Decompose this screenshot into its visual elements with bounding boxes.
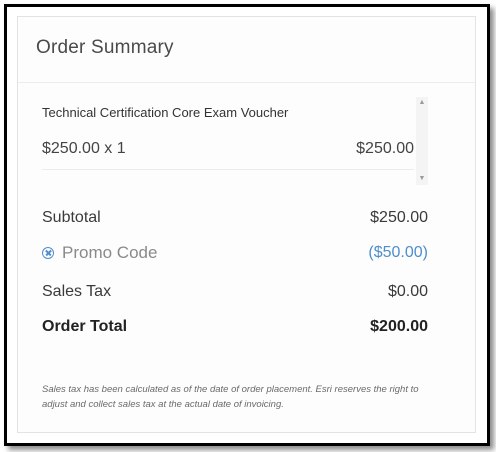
line-item-divider: [42, 169, 414, 170]
order-total-value: $200.00: [370, 318, 428, 335]
scroll-down-arrow-icon[interactable]: ▼: [416, 173, 428, 185]
line-item-name: Technical Certification Core Exam Vouche…: [42, 105, 289, 120]
order-summary-title: Order Summary: [36, 36, 174, 58]
promo-code-label: Promo Code: [62, 243, 158, 262]
scroll-up-arrow-icon[interactable]: ▲: [416, 97, 428, 109]
sales-tax-label: Sales Tax: [42, 283, 112, 300]
order-summary-card: Order Summary Technical Certification Co…: [17, 16, 476, 433]
line-item-quantity: $250.00 x 1: [42, 140, 126, 157]
line-item-price: $250.00: [356, 140, 414, 157]
promo-code-left: Promo Code: [42, 243, 157, 263]
screenshot-frame: Order Summary Technical Certification Co…: [4, 4, 490, 446]
order-total-row: Order Total $200.00: [42, 318, 428, 336]
sales-tax-value: $0.00: [387, 283, 428, 300]
sales-tax-row: Sales Tax $0.00: [42, 283, 428, 301]
line-items-scrollbar[interactable]: ▲ ▼: [416, 97, 428, 185]
remove-promo-icon[interactable]: [42, 247, 54, 259]
promo-code-row: Promo Code ($50.00): [42, 243, 428, 263]
order-summary-header: Order Summary: [18, 17, 475, 83]
subtotal-row: Subtotal $250.00: [42, 209, 428, 227]
promo-discount-value: ($50.00): [368, 244, 428, 261]
subtotal-value: $250.00: [370, 209, 428, 226]
line-items-list[interactable]: Technical Certification Core Exam Vouche…: [42, 97, 428, 185]
sales-tax-footnote: Sales tax has been calculated as of the …: [42, 384, 419, 410]
subtotal-label: Subtotal: [42, 209, 101, 226]
order-total-label: Order Total: [42, 318, 128, 335]
